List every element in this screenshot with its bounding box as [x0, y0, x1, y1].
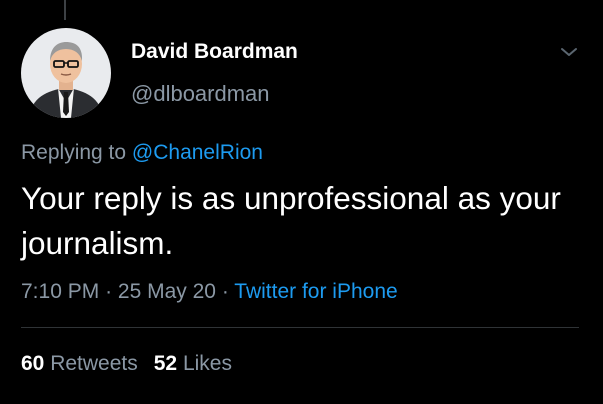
replying-to-label: Replying to — [21, 141, 132, 164]
retweets-label: Retweets — [50, 352, 138, 375]
user-avatar-illustration — [21, 28, 111, 118]
replying-to-mention-link[interactable]: @ChanelRion — [132, 141, 263, 164]
likes-stat[interactable]: 52 Likes — [154, 352, 232, 375]
tweet-metadata: 7:10 PM · 25 May 20 · Twitter for iPhone — [21, 280, 398, 304]
meta-separator: · — [221, 280, 229, 303]
tweet-date[interactable]: 25 May 20 — [118, 280, 216, 303]
chevron-down-icon — [561, 48, 577, 56]
retweets-count: 60 — [21, 352, 45, 375]
author-display-name[interactable]: David Boardman — [131, 40, 298, 64]
avatar[interactable] — [21, 28, 111, 118]
thread-connector-line — [64, 0, 66, 20]
likes-count: 52 — [153, 352, 178, 375]
tweet-stats: 60 Retweets 52 Likes — [21, 352, 232, 376]
replying-to-line: Replying to @ChanelRion — [21, 141, 263, 165]
divider — [21, 327, 579, 328]
author-handle[interactable]: @dlboardman — [131, 81, 270, 107]
tweet-menu-button[interactable] — [555, 40, 583, 64]
tweet-text: Your reply is as unprofessional as your … — [21, 180, 561, 261]
meta-separator: · — [105, 280, 113, 303]
likes-label: Likes — [182, 352, 232, 375]
tweet-source-link[interactable]: Twitter for iPhone — [234, 280, 397, 303]
tweet-time[interactable]: 7:10 PM — [21, 280, 99, 303]
retweets-stat[interactable]: 60 Retweets — [21, 352, 138, 375]
